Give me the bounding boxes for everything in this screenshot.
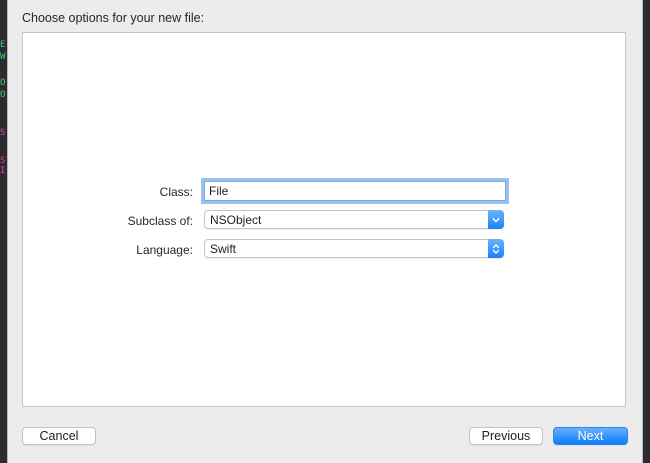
options-panel: Class: Subclass of: NSObject Language: S… (22, 32, 626, 407)
editor-code-fragment: O (0, 78, 6, 88)
editor-code-fragment: S (0, 156, 6, 166)
language-value: Swift (210, 242, 237, 256)
language-popup-button[interactable]: Swift (204, 239, 504, 258)
editor-background-left: E W O O S S I (0, 0, 8, 463)
editor-code-fragment: I (0, 166, 6, 176)
language-popup-arrows (488, 239, 504, 258)
editor-code-fragment: W (0, 52, 6, 62)
language-row: Language: Swift (23, 239, 627, 261)
editor-code-fragment: S (0, 128, 6, 138)
editor-code-fragment: E (0, 40, 6, 50)
class-name-input[interactable] (204, 181, 506, 201)
language-label: Language: (136, 243, 193, 257)
class-label: Class: (159, 185, 193, 199)
sheet-title: Choose options for your new file: (22, 11, 205, 25)
subclass-dropdown-button[interactable] (488, 210, 504, 229)
class-row: Class: (23, 181, 627, 203)
previous-button[interactable]: Previous (469, 427, 543, 445)
editor-background-right (642, 0, 650, 463)
up-down-chevron-icon (492, 243, 500, 254)
new-file-options-sheet: Choose options for your new file: Class:… (8, 0, 642, 463)
next-button[interactable]: Next (553, 427, 628, 445)
editor-code-fragment: O (0, 90, 6, 100)
subclass-combo-box[interactable]: NSObject (204, 210, 504, 229)
cancel-button[interactable]: Cancel (22, 427, 96, 445)
chevron-down-icon (492, 217, 500, 222)
subclass-label: Subclass of: (127, 214, 193, 228)
subclass-row: Subclass of: NSObject (23, 210, 627, 232)
subclass-value: NSObject (210, 213, 262, 227)
